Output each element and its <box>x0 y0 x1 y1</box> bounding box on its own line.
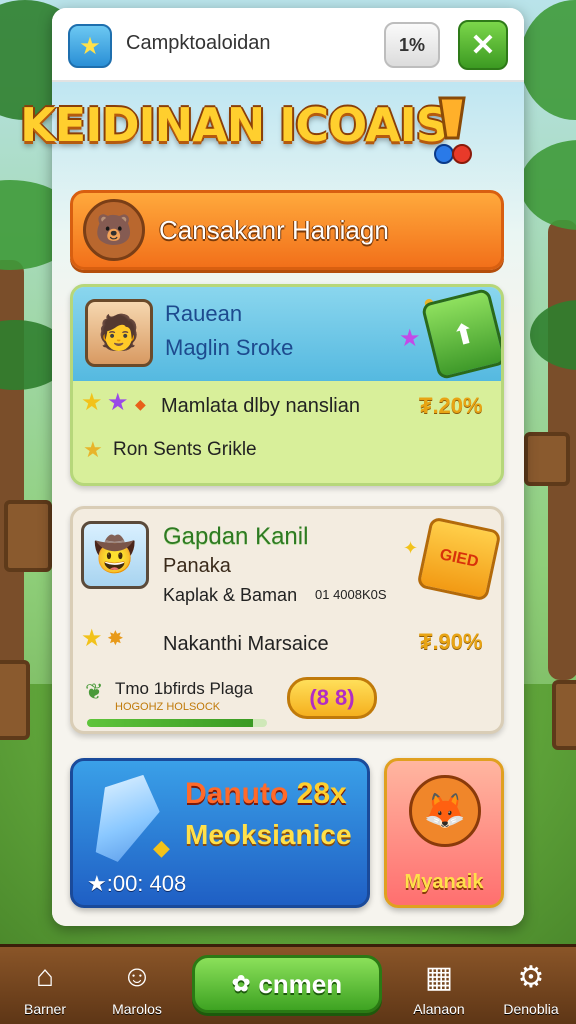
nav-label: Alanaon <box>413 1001 465 1017</box>
sparkle-icon: ★ <box>399 325 421 352</box>
progress-fill <box>87 719 253 727</box>
nav-label: Marolos <box>112 1001 162 1017</box>
offer-multiplier: 28x <box>296 777 347 810</box>
card2-subtitle: Panaka <box>163 555 231 577</box>
nav-item-home[interactable]: ⌂ Barner <box>0 947 90 1024</box>
offer-subtitle: Meoksianice <box>185 819 352 850</box>
clover-icon: ✿ <box>231 971 251 996</box>
top-bar: ★ Campktoaloidan 1% ✕ <box>52 8 524 82</box>
nav-item-map[interactable]: ▦ Alanaon <box>394 947 484 1024</box>
crate <box>552 680 576 750</box>
pet-offer-tile[interactable]: 🦊 Myanaik <box>384 758 504 908</box>
nav-item-profile[interactable]: ☺ Marolos <box>92 947 182 1024</box>
card2-title: Gapdan Kanil <box>163 523 309 550</box>
card1-row1-value: ₮.20% <box>419 393 483 418</box>
exclamation-icon <box>434 96 472 164</box>
nav-label: Barner <box>23 1001 67 1017</box>
bear-face-icon: 🐻 <box>83 199 145 261</box>
gold-ticket-icon: GIED <box>416 516 501 602</box>
gold-nugget-icon: ◆ <box>153 835 170 860</box>
map-icon: ▦ <box>424 960 454 994</box>
progress-bar <box>87 719 267 727</box>
gem-offer-tile[interactable]: ◆ Danuto 28x Meoksianice ★:00: 408 <box>70 758 370 908</box>
offer-title: Danuto <box>185 777 289 810</box>
star-app-icon[interactable]: ★ <box>68 24 112 68</box>
adventurer-avatar: 🤠 <box>81 521 149 589</box>
nav-item-settings[interactable]: ⚙ Denoblia <box>486 947 576 1024</box>
promo-banner[interactable]: 🐻 Cansakanr Haniagn <box>70 190 504 270</box>
panel-title: Campktoaloidan <box>126 32 271 54</box>
card1-subtitle: Maglin Sroke <box>165 335 294 360</box>
headline-title: KEIDINAN ICOAIS <box>20 98 449 152</box>
bottom-nav: ⌂ Barner ☺ Marolos ✿ cnmen ▦ Alanaon ⚙ D… <box>0 944 576 1024</box>
play-button[interactable]: ✿ cnmen <box>192 955 382 1013</box>
reward-card-1[interactable]: 🧑 Rauean Maglin Sroke ★ ● ⬆ ★ ★ ◆ Mamlat… <box>70 284 504 486</box>
fox-face-icon: 🦊 <box>409 775 481 847</box>
diamond-icon: ◆ <box>135 396 146 412</box>
card1-row1-text: Mamlata dlby nanslian <box>161 395 360 417</box>
pet-offer-label: Myanaik <box>404 871 484 893</box>
crate <box>0 660 30 740</box>
card2-row2-sub: HOGOHZ HOLSOCK <box>115 701 221 713</box>
gear-icon: ⚙ <box>517 960 545 994</box>
home-icon: ⌂ <box>35 960 55 993</box>
banner-label: Cansakanr Haniagn <box>159 214 389 245</box>
card1-row2-text: Ron Sents Grikle <box>113 439 257 460</box>
crate <box>4 500 52 572</box>
crate <box>524 432 570 486</box>
close-icon: ✕ <box>470 28 496 62</box>
sparkle-icon: ✦ <box>403 538 419 558</box>
leaf-icon: ❦ <box>85 679 104 704</box>
profile-icon: ☺ <box>121 960 153 993</box>
card2-meta-code: 01 4008K0S <box>315 587 387 602</box>
card1-name: Rauean <box>165 301 243 326</box>
gold-star-icon: ★ <box>81 625 103 652</box>
flame-icon: ✸ <box>107 628 124 650</box>
badge-88: (8 8) <box>287 677 377 719</box>
small-star-icon: ★ <box>83 437 103 462</box>
gold-star-icon: ★ <box>81 389 103 416</box>
percent-button[interactable]: 1% <box>384 22 440 68</box>
explorer-avatar: 🧑 <box>85 299 153 367</box>
card2-row1-value: ₮.90% <box>419 629 483 654</box>
card2-row1-text: Nakanthi Marsaice <box>163 633 329 655</box>
nav-label: Denoblia <box>503 1001 559 1017</box>
reward-card-2[interactable]: 🤠 Gapdan Kanil Panaka Kaplak & Baman 01 … <box>70 506 504 734</box>
card2-row2-text: Tmo 1bfirds Plaga <box>115 679 253 698</box>
offer-timer: ★:00: 408 <box>87 871 187 896</box>
play-label: cnmen <box>258 968 343 999</box>
card2-meta: Kaplak & Baman <box>163 585 298 605</box>
purple-star-icon: ★ <box>107 389 129 416</box>
close-button[interactable]: ✕ <box>458 20 508 70</box>
